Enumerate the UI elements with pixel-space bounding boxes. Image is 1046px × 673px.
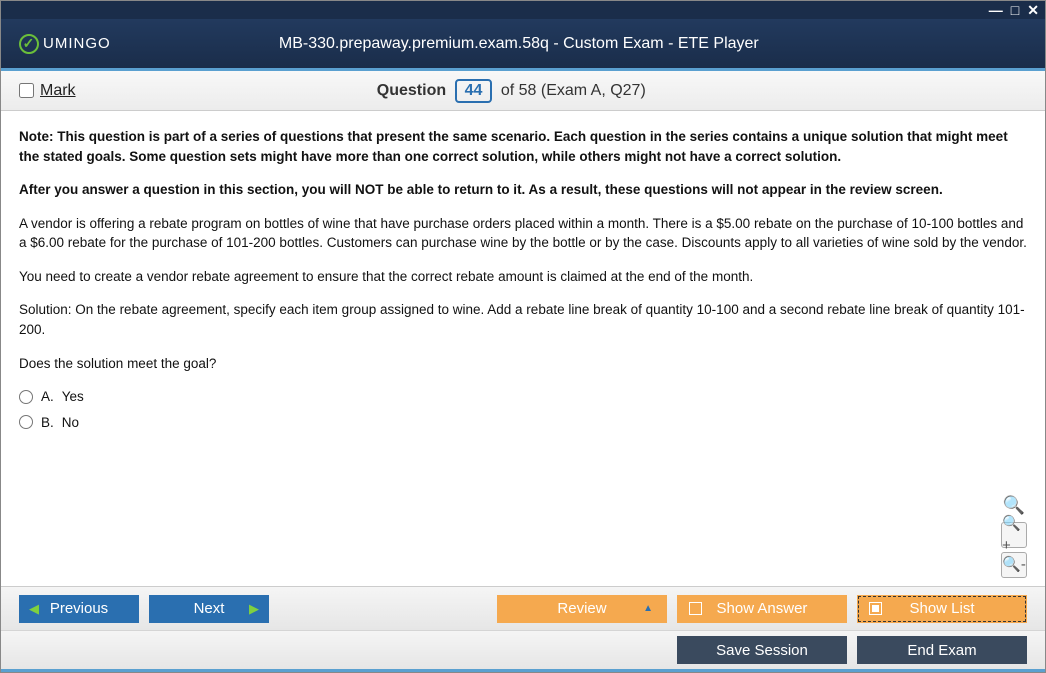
answer-letter: B. [41,413,54,433]
chevron-left-icon: ◀ [29,601,39,617]
chevron-right-icon: ▶ [249,601,259,617]
end-exam-button[interactable]: End Exam [857,636,1027,664]
footer-primary: ◀ Previous Next ▶ Review ▲ Show Answer S… [1,586,1045,630]
answer-option-a[interactable]: A. Yes [19,387,1027,407]
note-line-1: Note: This question is part of a series … [19,127,1027,166]
save-session-button[interactable]: Save Session [677,636,847,664]
checkbox-empty-icon [689,602,702,615]
answer-text: No [62,413,79,433]
previous-button[interactable]: ◀ Previous [19,595,139,623]
zoom-out-button[interactable]: 🔍- [1001,552,1027,578]
checkbox-filled-icon [869,602,882,615]
question-number: 44 [455,79,493,103]
answer-radio-a[interactable] [19,390,33,404]
review-button[interactable]: Review ▲ [497,595,667,623]
close-icon[interactable]: ✕ [1027,3,1039,17]
note-line-2: After you answer a question in this sect… [19,180,1027,200]
question-total: of 58 (Exam A, Q27) [501,82,646,99]
scenario-para-1: A vendor is offering a rebate program on… [19,214,1027,253]
question-prompt: Does the solution meet the goal? [19,354,1027,374]
answer-letter: A. [41,387,54,407]
solution-para: Solution: On the rebate agreement, speci… [19,300,1027,339]
footer-secondary: Save Session End Exam [1,630,1045,672]
zoom-controls: 🔍 🔍+ 🔍- [1001,492,1027,578]
triangle-up-icon: ▲ [643,603,653,614]
window-controls: — □ ✕ [1,1,1045,19]
question-bar: Mark Question 44 of 58 (Exam A, Q27) [1,71,1045,111]
question-label: Question [377,82,446,99]
answer-text: Yes [62,387,84,407]
next-button[interactable]: Next ▶ [149,595,269,623]
minimize-icon[interactable]: — [989,3,1003,17]
question-content: Note: This question is part of a series … [1,111,1045,586]
window-title: MB-330.prepaway.premium.exam.58q - Custo… [11,35,1027,53]
show-answer-button[interactable]: Show Answer [677,595,847,623]
show-list-button[interactable]: Show List [857,595,1027,623]
answer-radio-b[interactable] [19,415,33,429]
answer-list: A. Yes B. No [19,387,1027,432]
maximize-icon[interactable]: □ [1011,3,1019,17]
zoom-in-button[interactable]: 🔍+ [1001,522,1027,548]
scenario-para-2: You need to create a vendor rebate agree… [19,267,1027,287]
answer-option-b[interactable]: B. No [19,413,1027,433]
header-bar: ✓ UMINGO MB-330.prepaway.premium.exam.58… [1,19,1045,71]
question-counter: Question 44 of 58 (Exam A, Q27) [0,79,1027,103]
